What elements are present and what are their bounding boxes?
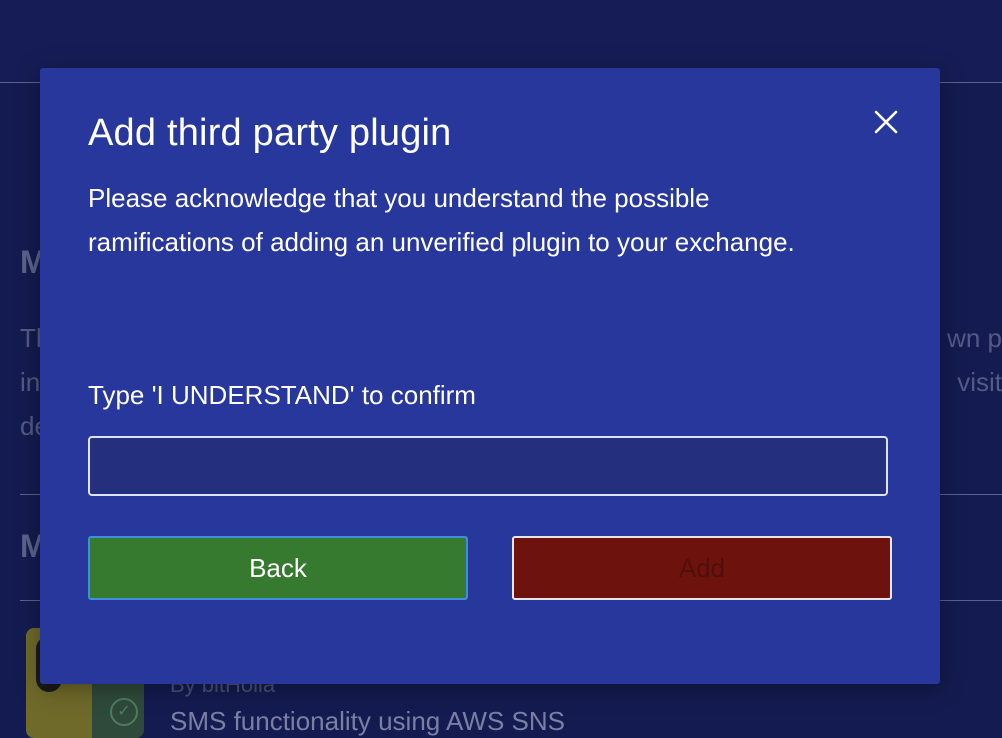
section-text-right: wn p visit <box>947 316 1002 404</box>
text-line: wn p <box>947 323 1002 353</box>
check-icon: ✓ <box>110 698 138 726</box>
plugin-description: SMS functionality using AWS SNS <box>170 706 565 736</box>
add-button[interactable]: Add <box>512 536 892 600</box>
dialog-title: Add third party plugin <box>88 112 452 154</box>
confirm-label: Type 'I UNDERSTAND' to confirm <box>88 380 476 410</box>
close-icon <box>874 110 898 134</box>
dialog-description: Please acknowledge that you understand t… <box>88 183 795 257</box>
add-plugin-dialog: Add third party plugin Please acknowledg… <box>40 68 940 684</box>
confirm-input[interactable] <box>88 436 888 496</box>
close-button[interactable] <box>868 104 904 140</box>
back-button[interactable]: Back <box>88 536 468 600</box>
text-line: visit <box>957 367 1002 397</box>
